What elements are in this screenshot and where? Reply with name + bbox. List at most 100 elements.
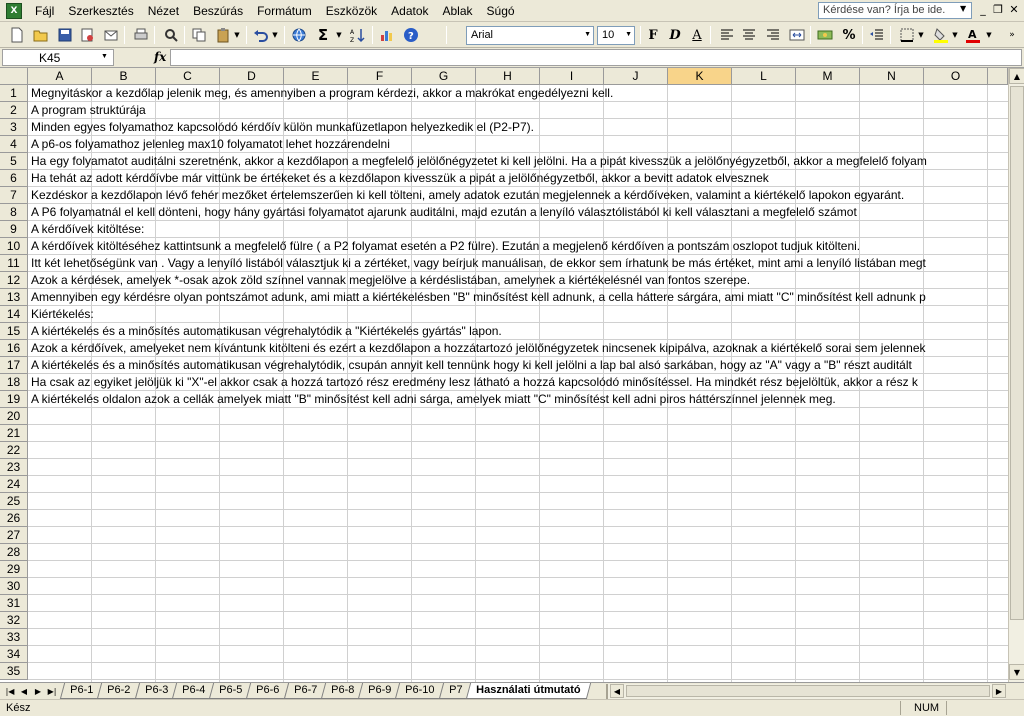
percent-button[interactable]: % xyxy=(840,26,858,44)
row-header[interactable]: 17 xyxy=(0,357,28,374)
borders-dropdown-icon[interactable]: ▼ xyxy=(916,26,926,44)
row-header[interactable]: 24 xyxy=(0,476,28,493)
column-header[interactable]: E xyxy=(284,68,348,85)
excel-icon[interactable]: X xyxy=(6,2,22,19)
menu-item[interactable]: Eszközök xyxy=(319,1,384,21)
scroll-right-icon[interactable]: ▶ xyxy=(992,684,1006,698)
open-folder-icon[interactable] xyxy=(32,26,50,44)
sheet-tab[interactable]: P6-2 xyxy=(97,683,141,699)
font-size-select[interactable]: 10 ▼ xyxy=(597,26,635,45)
italic-button[interactable]: D xyxy=(666,26,684,44)
insert-function-icon[interactable]: fx xyxy=(154,50,166,64)
name-box[interactable]: K45 ▼ xyxy=(2,49,114,66)
align-right-icon[interactable] xyxy=(764,26,782,44)
underline-button[interactable]: A xyxy=(688,26,706,44)
menu-item[interactable]: Fájl xyxy=(28,1,61,21)
row-header[interactable]: 1 xyxy=(0,85,28,102)
cell-a8[interactable]: A P6 folyamatnál el kell dönteni, hogy h… xyxy=(30,204,857,221)
row-header[interactable]: 33 xyxy=(0,629,28,646)
toolbar-options-icon[interactable]: » xyxy=(1006,26,1018,44)
column-header[interactable]: K xyxy=(668,68,732,85)
hyperlink-icon[interactable] xyxy=(290,26,308,44)
menu-item[interactable]: Súgó xyxy=(480,1,522,21)
permission-icon[interactable] xyxy=(78,26,96,44)
copy-icon[interactable] xyxy=(190,26,208,44)
menu-item[interactable]: Adatok xyxy=(384,1,435,21)
paste-dropdown-icon[interactable]: ▼ xyxy=(232,26,242,44)
borders-icon[interactable] xyxy=(898,26,916,44)
currency-icon[interactable] xyxy=(816,26,834,44)
row-header[interactable]: 13 xyxy=(0,289,28,306)
align-left-icon[interactable] xyxy=(718,26,736,44)
new-document-icon[interactable] xyxy=(8,26,26,44)
row-header[interactable]: 10 xyxy=(0,238,28,255)
row-header[interactable]: 20 xyxy=(0,408,28,425)
row-header[interactable]: 9 xyxy=(0,221,28,238)
prev-sheet-icon[interactable]: ◀ xyxy=(18,685,30,698)
row-header[interactable]: 19 xyxy=(0,391,28,408)
cell-a19[interactable]: A kiértékelés oldalon azok a cellák amel… xyxy=(30,391,836,408)
first-sheet-icon[interactable]: |◀ xyxy=(4,685,16,698)
column-header[interactable]: D xyxy=(220,68,284,85)
chart-wizard-icon[interactable] xyxy=(378,26,396,44)
email-icon[interactable] xyxy=(102,26,120,44)
decrease-indent-icon[interactable] xyxy=(868,26,886,44)
formula-input[interactable] xyxy=(170,49,1022,66)
row-header[interactable]: 11 xyxy=(0,255,28,272)
autosum-icon[interactable]: Σ xyxy=(314,26,332,44)
cell-a12[interactable]: Azok a kérdések, amelyek *-osak azok zöl… xyxy=(30,272,750,289)
bold-button[interactable]: F xyxy=(644,26,662,44)
scroll-left-icon[interactable]: ◀ xyxy=(610,684,624,698)
scroll-up-icon[interactable]: ▲ xyxy=(1009,68,1024,84)
cell-a17[interactable]: A kiértékelés és a minősítés automatikus… xyxy=(30,357,912,374)
align-center-icon[interactable] xyxy=(740,26,758,44)
menu-item[interactable]: Nézet xyxy=(141,1,186,21)
name-box-dropdown-icon[interactable]: ▼ xyxy=(101,53,108,60)
row-header[interactable]: 27 xyxy=(0,527,28,544)
next-sheet-icon[interactable]: ▶ xyxy=(32,685,44,698)
row-header[interactable]: 35 xyxy=(0,663,28,680)
row-header[interactable]: 31 xyxy=(0,595,28,612)
menu-item[interactable]: Szerkesztés xyxy=(61,1,140,21)
autosum-dropdown-icon[interactable]: ▼ xyxy=(334,26,344,44)
cell-a3[interactable]: Minden egyes folyamathoz kapcsolódó kérd… xyxy=(30,119,534,136)
horizontal-scroll-thumb[interactable] xyxy=(626,685,990,697)
column-header[interactable]: N xyxy=(860,68,924,85)
font-dropdown-icon[interactable]: ▼ xyxy=(584,31,591,38)
row-header[interactable]: 32 xyxy=(0,612,28,629)
scroll-down-icon[interactable]: ▼ xyxy=(1009,664,1024,680)
select-all-button[interactable] xyxy=(0,68,28,85)
column-header[interactable]: H xyxy=(476,68,540,85)
row-header[interactable]: 14 xyxy=(0,306,28,323)
row-header[interactable]: 23 xyxy=(0,459,28,476)
close-icon[interactable]: ✕ xyxy=(1007,3,1021,17)
minimize-icon[interactable]: _ xyxy=(976,3,990,17)
cell-a11[interactable]: Itt két lehetőségünk van . Vagy a lenyíl… xyxy=(30,255,926,272)
merge-center-icon[interactable] xyxy=(788,26,806,44)
column-header[interactable]: M xyxy=(796,68,860,85)
help-search-input[interactable]: Kérdése van? Írja be ide. xyxy=(818,2,972,19)
cell-a14[interactable]: Kiértékelés: xyxy=(30,306,94,323)
font-name-select[interactable]: Arial ▼ xyxy=(466,26,594,45)
row-header[interactable]: 26 xyxy=(0,510,28,527)
print-icon[interactable] xyxy=(132,26,150,44)
cell-a9[interactable]: A kérdőívek kitöltése: xyxy=(30,221,144,238)
research-icon[interactable] xyxy=(162,26,180,44)
row-header[interactable]: 12 xyxy=(0,272,28,289)
column-header[interactable]: L xyxy=(732,68,796,85)
vertical-scroll-thumb[interactable] xyxy=(1010,86,1024,620)
row-header[interactable]: 16 xyxy=(0,340,28,357)
column-header[interactable]: O xyxy=(924,68,988,85)
font-color-icon[interactable]: A xyxy=(964,26,982,44)
cell-a1[interactable]: Megnyitáskor a kezdőlap jelenik meg, és … xyxy=(30,85,613,102)
row-header[interactable]: 21 xyxy=(0,425,28,442)
row-header[interactable]: 6 xyxy=(0,170,28,187)
cell-a18[interactable]: Ha csak az egyiket jelöljük ki "X"-el ak… xyxy=(30,374,918,391)
cell-a4[interactable]: A p6-os folyamathoz jelenleg max10 folya… xyxy=(30,136,390,153)
column-header[interactable]: B xyxy=(92,68,156,85)
font-color-dropdown-icon[interactable]: ▼ xyxy=(984,26,994,44)
sheet-tab[interactable]: P6-10 xyxy=(395,683,445,699)
fill-color-icon[interactable] xyxy=(932,26,950,44)
row-header[interactable]: 5 xyxy=(0,153,28,170)
horizontal-scrollbar[interactable]: ◀ ▶ xyxy=(606,684,1006,699)
